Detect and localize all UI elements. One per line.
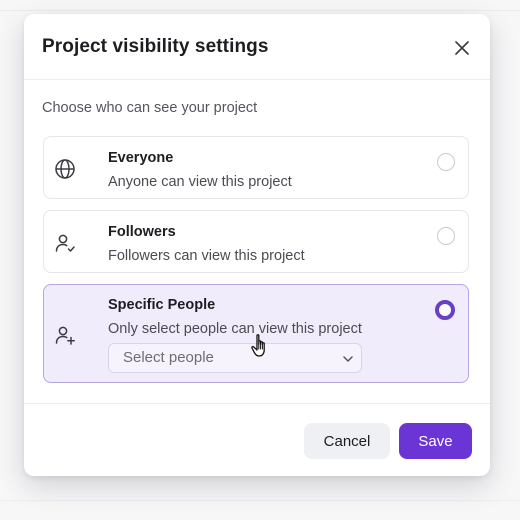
radio-followers[interactable] [437,227,455,245]
radio-everyone[interactable] [437,153,455,171]
option-followers[interactable]: Followers Followers can view this projec… [43,210,469,273]
background-line-top [0,10,520,11]
save-button[interactable]: Save [399,423,472,459]
select-people-dropdown[interactable]: Select people [108,343,362,373]
visibility-dialog: Project visibility settings Choose who c… [24,14,490,476]
cancel-button[interactable]: Cancel [304,423,390,459]
globe-icon [55,159,75,179]
option-description: Anyone can view this project [108,174,292,190]
dialog-title: Project visibility settings [42,36,269,57]
radio-specific-people[interactable] [435,300,455,320]
footer-divider [24,403,490,404]
option-title: Specific People [108,297,216,313]
hand-cursor-icon [251,334,265,357]
user-add-icon [55,326,75,345]
dialog-subtitle: Choose who can see your project [42,100,258,116]
close-button[interactable] [451,37,473,59]
chevron-down-icon [343,356,353,362]
option-title: Followers [108,224,176,240]
close-icon[interactable] [455,41,469,55]
option-description: Only select people can view this project [108,321,362,337]
option-everyone[interactable]: Everyone Anyone can view this project [43,136,469,199]
user-check-icon [55,234,75,252]
option-title: Everyone [108,150,174,166]
background-line-bottom [0,500,520,501]
select-people-placeholder: Select people [123,349,214,366]
option-description: Followers can view this project [108,248,305,264]
dialog-header: Project visibility settings [24,14,490,80]
